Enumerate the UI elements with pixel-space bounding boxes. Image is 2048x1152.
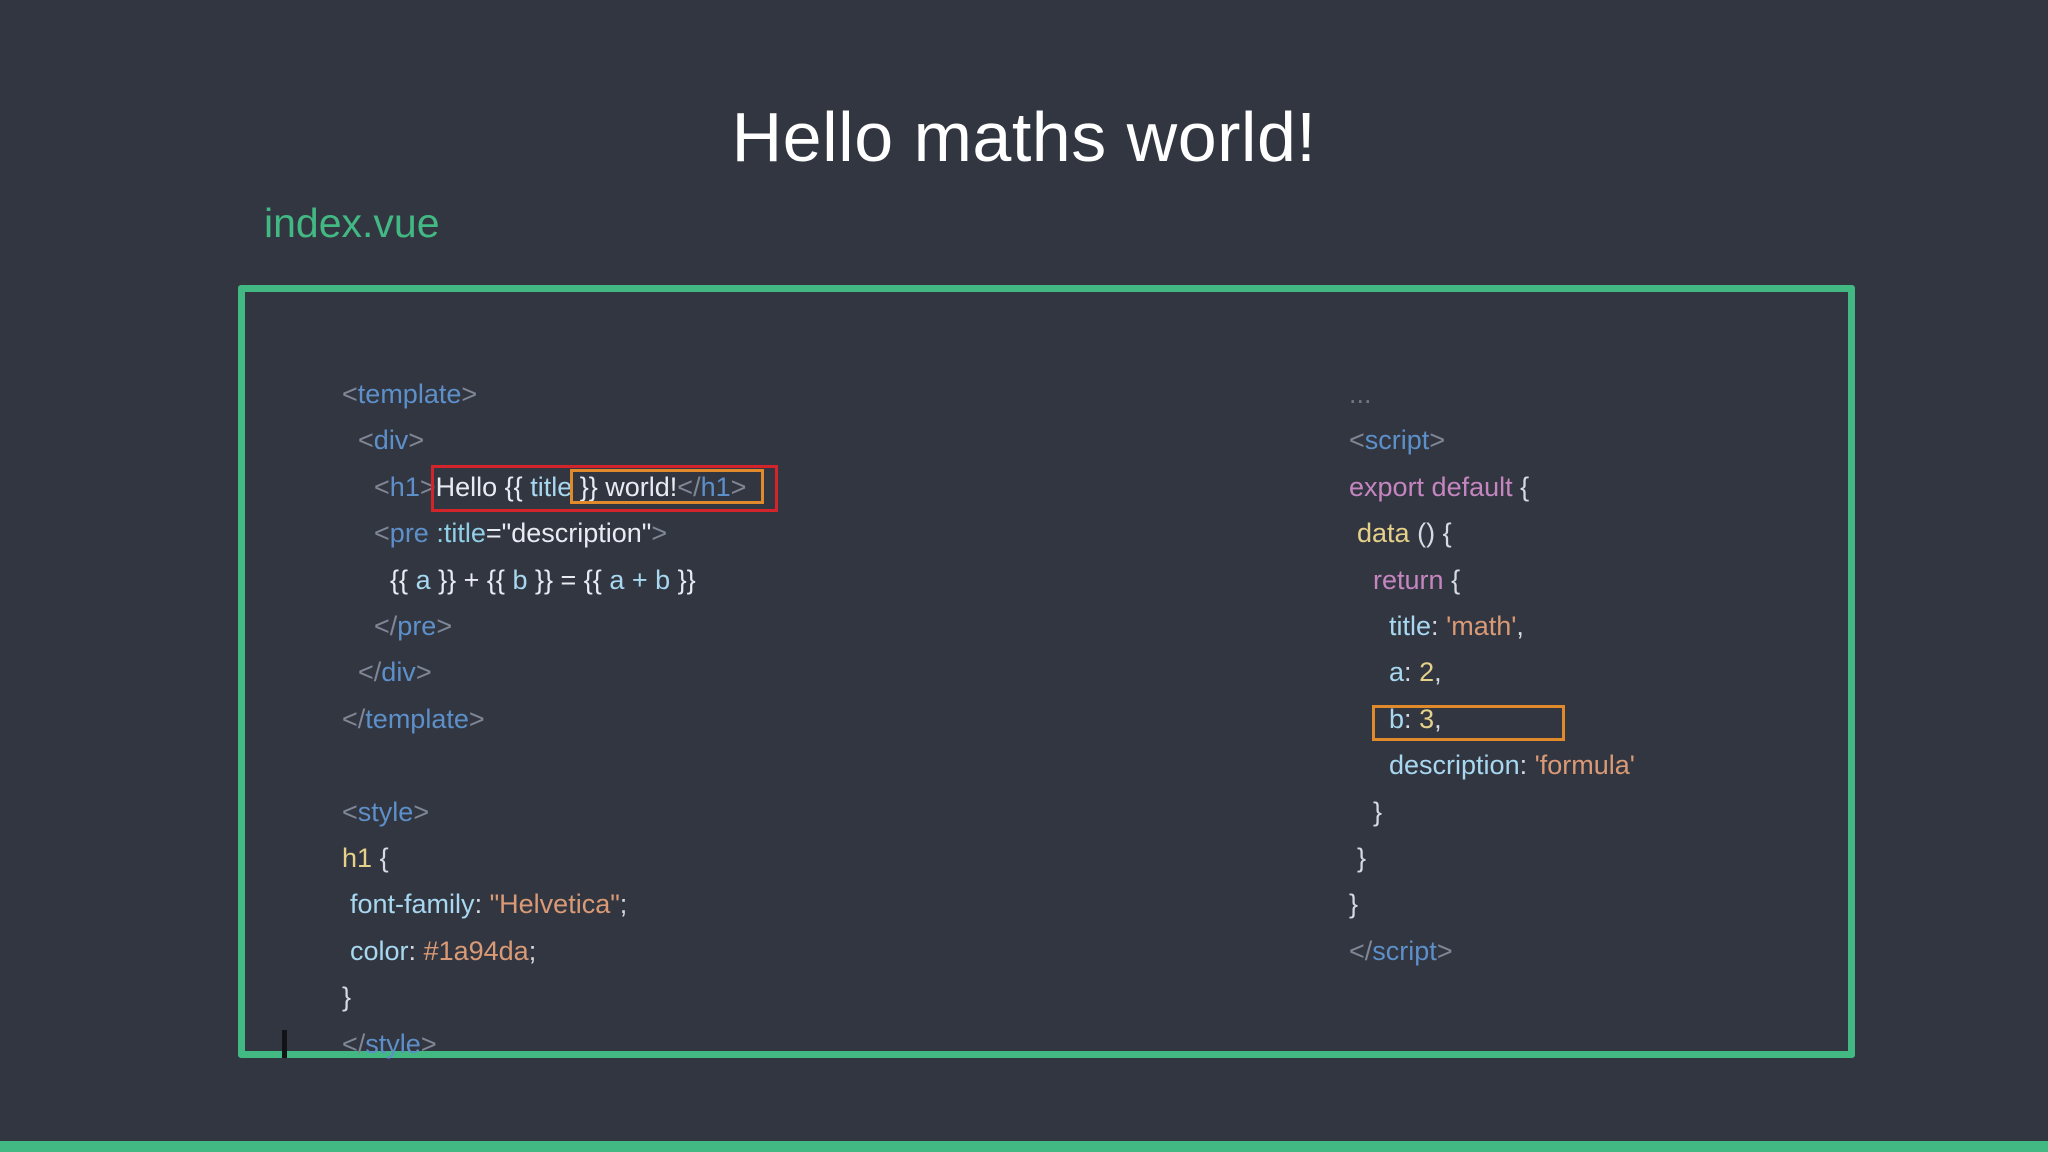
code-token: </ [1349, 936, 1373, 966]
code-line: </pre> [314, 566, 452, 641]
code-line: } [1297, 798, 1366, 873]
code-line: <style> [282, 752, 429, 827]
code-token: > [468, 704, 485, 734]
code-token: } [1357, 843, 1367, 873]
highlight-box-orange-right [1372, 705, 1565, 741]
code-token: #1a94da [423, 936, 529, 966]
code-line: <div> [298, 380, 424, 455]
code-token: > [413, 797, 430, 827]
code-token: a + b [609, 565, 671, 595]
code-line: } [1313, 752, 1382, 827]
code-line: b: 3, [1329, 659, 1442, 734]
code-token: 'math' [1446, 611, 1517, 641]
code-line: </template> [282, 659, 485, 734]
highlight-box-orange [570, 469, 764, 504]
code-line: } [1289, 844, 1358, 919]
code-line: } [282, 937, 351, 1012]
code-token: : [1519, 750, 1535, 780]
filename-label: index.vue [264, 200, 440, 246]
code-line: color: #1a94da; [290, 891, 536, 966]
code-line: return { [1313, 520, 1460, 595]
code-line: a: 2, [1329, 612, 1442, 687]
code-token: style [365, 1029, 421, 1059]
code-line: export default { [1289, 427, 1529, 502]
code-token: </ [342, 1029, 366, 1059]
code-line: </div> [298, 612, 432, 687]
code-token: script [1372, 936, 1437, 966]
code-token: > [420, 1029, 437, 1059]
code-line: h1 { [282, 798, 389, 873]
code-token: { [1512, 472, 1530, 502]
slide-title: Hello maths world! [731, 98, 1317, 176]
code-frame: <template> <div> <h1>Hello {{ title }} w… [238, 285, 1855, 1059]
code-token: ; [528, 936, 537, 966]
code-line: font-family: "Helvetica"; [290, 844, 627, 919]
code-line: title: 'math', [1329, 566, 1524, 641]
code-token: 'formula' [1534, 750, 1635, 780]
code-token: }} = {{ [527, 565, 610, 595]
code-token: } [1373, 797, 1383, 827]
text-cursor [282, 1030, 287, 1058]
code-token: b [512, 565, 528, 595]
code-token: template [365, 704, 469, 734]
code-line: <h1>Hello {{ title }} world!</h1> [314, 427, 746, 502]
code-line: <script> [1289, 380, 1445, 455]
code-token: </ [342, 704, 366, 734]
code-line: ... [1289, 334, 1372, 409]
bottom-accent-bar [0, 1141, 2048, 1152]
code-line: <template> [282, 334, 477, 409]
code-token: > [461, 379, 478, 409]
code-line: </style> [282, 984, 437, 1059]
code-token: > [1436, 936, 1453, 966]
code-token: description [1389, 750, 1520, 780]
code-line: {{ a }} + {{ b }} = {{ a + b }} [330, 520, 696, 595]
code-token: , [1516, 611, 1524, 641]
code-line: data () { [1297, 473, 1452, 548]
code-token: > [436, 611, 453, 641]
code-token: }} [670, 565, 696, 595]
code-token: ; [619, 889, 628, 919]
slide: Hello maths world! index.vue <template> … [0, 0, 2048, 1152]
code-token: : [408, 936, 424, 966]
code-line: </script> [1289, 891, 1453, 966]
code-token: color [350, 936, 409, 966]
